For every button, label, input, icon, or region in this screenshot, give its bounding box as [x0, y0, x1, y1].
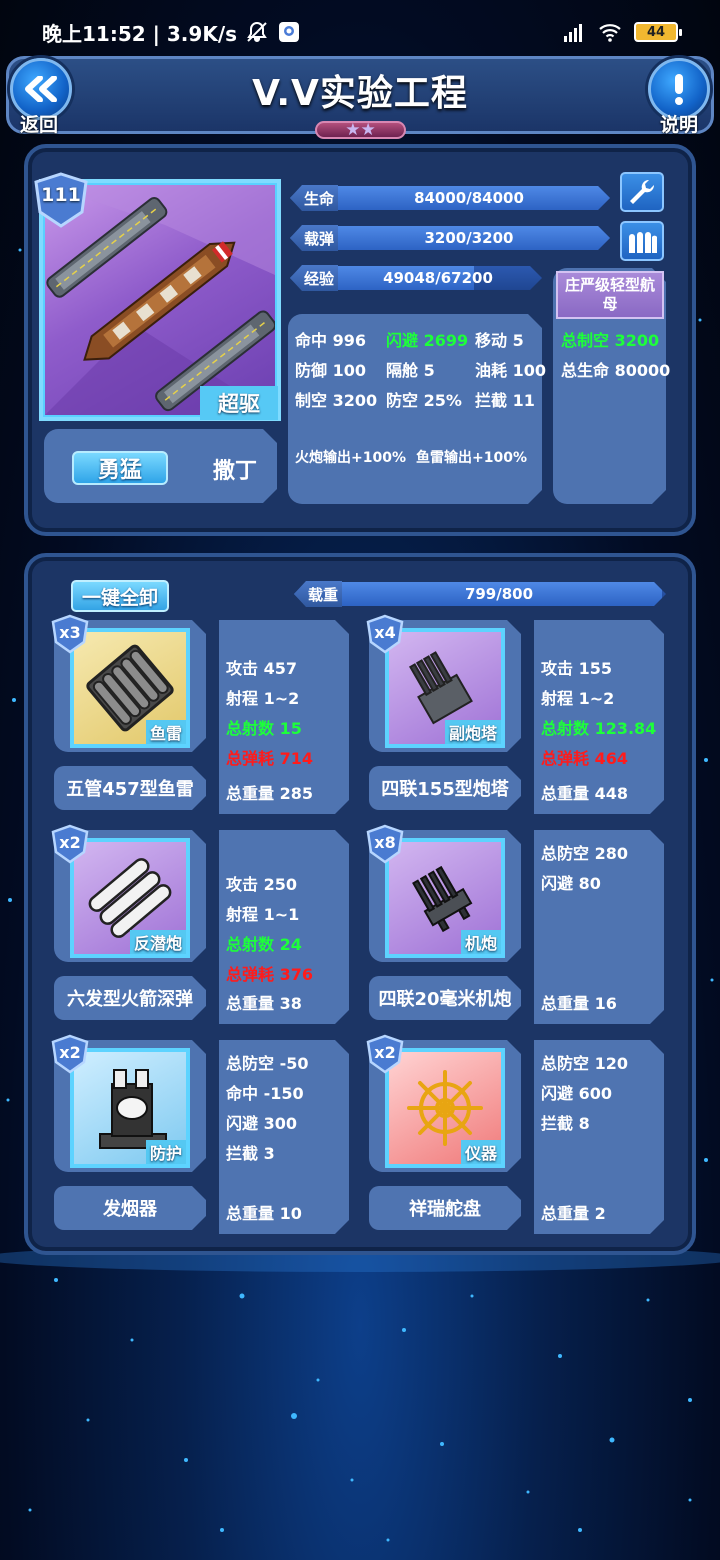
equip-stat: 总弹耗 464 — [541, 749, 628, 768]
equip-stat: 攻击 250 — [226, 875, 297, 894]
stat-accuracy: 命中 996 — [295, 331, 366, 350]
star-rating-stars: ★★ — [345, 120, 376, 140]
battery-level: 44 — [646, 24, 666, 40]
stat-gun-bonus: 火炮输出+100% — [295, 450, 406, 466]
page-title: V.V实验工程 — [252, 73, 468, 114]
status-bar: 晚上11:52 | 3.9K/s 44 — [0, 0, 720, 64]
equip-name[interactable]: 五管457型鱼雷 — [54, 766, 206, 810]
equip-count: x2 — [59, 1043, 81, 1062]
equip-stat: 闪避 80 — [541, 874, 601, 893]
equip-stat: 攻击 155 — [541, 659, 612, 678]
resupply-button[interactable] — [620, 221, 664, 261]
equip-category: 机炮 — [461, 930, 501, 954]
hp-value: 84000/84000 — [414, 189, 524, 207]
equip-category: 副炮塔 — [445, 720, 501, 744]
equip-stat: 射程 1~2 — [226, 689, 300, 708]
stat-torpedo-bonus: 鱼雷输出+100% — [416, 450, 527, 466]
equip-name[interactable]: 四联20毫米机炮 — [369, 976, 521, 1020]
equip-stat: 总射数 15 — [226, 719, 302, 738]
exclamation-icon — [675, 74, 683, 105]
stat-compartment: 隔舱 5 — [386, 361, 435, 380]
equip-stat: 总防空 280 — [541, 844, 628, 863]
equip-stat: 总射数 24 — [226, 935, 302, 954]
equip-stat: 攻击 457 — [226, 659, 297, 678]
equip-stats-box: 总防空 280 闪避 80 总重量 16 — [534, 830, 664, 1024]
equip-stat: 射程 1~2 — [541, 689, 615, 708]
wrench-icon — [630, 179, 655, 204]
equip-category: 仪器 — [461, 1140, 501, 1164]
equip-name[interactable]: 四联155型炮塔 — [369, 766, 521, 810]
equip-stat: 总防空 120 — [541, 1054, 628, 1073]
equip-stat: 射程 1~1 — [226, 905, 300, 924]
stat-fuel: 油耗 100 — [475, 361, 546, 380]
equip-count: x2 — [59, 833, 81, 852]
equip-category: 防护 — [146, 1140, 186, 1164]
equip-count: x4 — [374, 623, 396, 642]
ship-level: 111 — [41, 184, 81, 206]
info-label[interactable]: 说明 — [660, 110, 698, 137]
equip-category: 鱼雷 — [146, 720, 186, 744]
total-air-control: 总制空 3200 — [561, 331, 660, 350]
equip-stats-box: 总防空 120 闪避 600 拦截 8 总重量 2 — [534, 1040, 664, 1234]
equip-stats-box: 攻击 155 射程 1~2 总射数 123.84 总弹耗 464 总重量 448 — [534, 620, 664, 814]
equip-stat: 总重量 448 — [541, 784, 628, 803]
ship-class-label: 超驱 — [200, 386, 278, 420]
equip-category: 反潜炮 — [130, 930, 186, 954]
equip-stat: 拦截 3 — [226, 1144, 275, 1163]
unload-all-button[interactable]: 一键全卸 — [71, 580, 169, 612]
equip-count: x2 — [374, 1043, 396, 1062]
equip-stat: 闪避 300 — [226, 1114, 297, 1133]
double-chevron-left-icon — [25, 76, 57, 102]
weight-value: 799/800 — [464, 585, 534, 603]
stat-intercept: 拦截 11 — [475, 391, 535, 410]
signal-icon — [564, 24, 582, 42]
wifi-icon — [599, 24, 621, 42]
battery-icon: 44 — [634, 22, 682, 42]
equip-stat: 总重量 38 — [226, 994, 302, 1013]
equip-stat: 闪避 600 — [541, 1084, 612, 1103]
equip-stat: 拦截 8 — [541, 1114, 590, 1133]
equip-count: x3 — [59, 623, 81, 642]
ammo-shells-icon — [629, 232, 657, 253]
stat-air-control: 制空 3200 — [295, 391, 378, 410]
equip-name[interactable]: 六发型火箭深弹 — [54, 976, 206, 1020]
star-rating: ★★ — [315, 121, 406, 139]
trait-button[interactable]: 勇猛 — [72, 451, 168, 485]
total-hp: 总生命 80000 — [561, 361, 671, 380]
ship-type-label: 庄严级轻型航母 — [556, 271, 664, 319]
equip-stat: 总重量 2 — [541, 1204, 606, 1223]
equip-stat: 总弹耗 714 — [226, 749, 313, 768]
equip-stat: 命中 -150 — [226, 1084, 304, 1103]
equip-stats-box: 攻击 457 射程 1~2 总射数 15 总弹耗 714 总重量 285 — [219, 620, 349, 814]
repair-button[interactable] — [620, 172, 664, 212]
captain-name[interactable]: 撒丁 — [195, 452, 275, 486]
equip-name[interactable]: 发烟器 — [54, 1186, 206, 1230]
mute-bell-icon — [247, 21, 267, 42]
back-label[interactable]: 返回 — [20, 110, 58, 137]
stat-mobility: 移动 5 — [475, 331, 524, 350]
equip-stat: 总重量 10 — [226, 1204, 302, 1223]
equip-stat: 总重量 16 — [541, 994, 617, 1013]
exp-value: 49048/67200 — [383, 269, 493, 287]
status-time: 晚上11:52 | 3.9K/s — [42, 21, 238, 46]
stat-evasion: 闪避 2699 — [386, 331, 469, 350]
equip-stats-box: 总防空 -50 命中 -150 闪避 300 拦截 3 总重量 10 — [219, 1040, 349, 1234]
ammo-value: 3200/3200 — [424, 229, 514, 247]
equip-name[interactable]: 祥瑞舵盘 — [369, 1186, 521, 1230]
equip-stat: 总射数 123.84 — [541, 719, 657, 738]
equip-stat: 总重量 285 — [226, 784, 313, 803]
stat-anti-air: 防空 25% — [386, 391, 462, 410]
equip-count: x8 — [374, 833, 396, 852]
equip-stat: 总防空 -50 — [226, 1054, 309, 1073]
app-notification-icon — [279, 22, 300, 42]
equip-stat: 总弹耗 376 — [226, 965, 313, 984]
stat-defense: 防御 100 — [295, 361, 366, 380]
equip-stats-box: 攻击 250 射程 1~1 总射数 24 总弹耗 376 总重量 38 — [219, 830, 349, 1024]
